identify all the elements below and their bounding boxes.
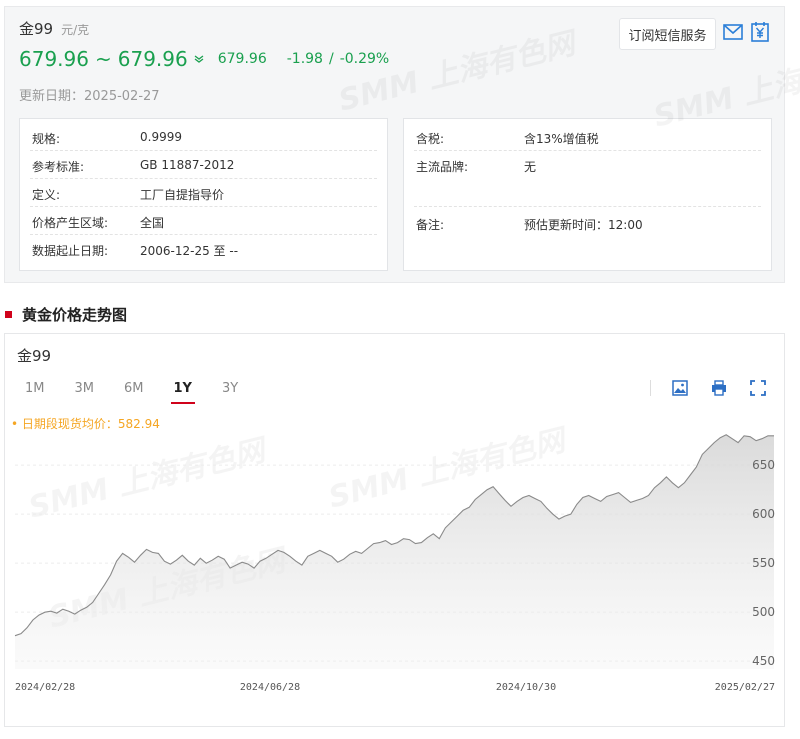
spec-label: 数据起止日期:: [32, 244, 109, 258]
spec-row: 参考标准: GB 11887-2012: [30, 151, 377, 179]
spec-value: 全国: [140, 216, 165, 230]
spec-value: GB 11887-2012: [140, 158, 235, 172]
mail-icon[interactable]: [721, 20, 745, 44]
double-chevron-down-icon: [194, 54, 204, 64]
x-tick-label: 2024/10/30: [496, 682, 556, 693]
price-high: 679.96: [117, 47, 188, 71]
price-average: 679.96: [217, 51, 267, 67]
spec-label: 参考标准:: [32, 160, 85, 174]
x-tick-label: 2024/02/28: [15, 682, 75, 693]
y-tick-label: 600: [752, 507, 775, 521]
spec-value: 2006-12-25 至 --: [140, 244, 239, 258]
spec-table-left: 规格: 0.9999 参考标准: GB 11887-2012 定义: 工厂自提指…: [19, 118, 388, 271]
spec-value: 预估更新时间：12:00: [524, 218, 643, 232]
spec-label: 价格产生区域:: [32, 216, 109, 230]
price-row: 679.96 ~ 679.96 679.96 -1.98 / -0.29%: [19, 47, 389, 71]
spec-label: 主流品牌:: [416, 160, 469, 174]
price-trend-chart: 450 500 550 600 650 2024/02/28 2024/06/28 2024…: [14, 434, 775, 693]
spec-row: 价格产生区域: 全国: [30, 207, 377, 235]
spec-row: 定义: 工厂自提指导价: [30, 179, 377, 207]
spec-value: 0.9999: [140, 130, 182, 144]
section-title: 黄金价格走势图: [0, 304, 127, 325]
spec-row: 备注: 预估更新时间：12:00: [414, 209, 761, 237]
product-unit: 元/克: [61, 23, 90, 37]
spec-row: 含税: 含13%增值税: [414, 123, 761, 151]
price-change-percent: -0.29%: [339, 51, 390, 67]
spec-row: 主流品牌: 无: [414, 151, 761, 207]
chart-panel: 金99 1M 3M 6M 1Y 3Y • 日期段现货均价：582.94 SMM …: [4, 333, 785, 727]
y-tick-label: 450: [752, 654, 775, 668]
price-change: -1.98: [286, 51, 323, 67]
update-date: 更新日期：2025-02-27: [19, 89, 160, 104]
price-area: [15, 434, 774, 669]
spec-label: 含税:: [416, 132, 445, 146]
spec-row: 规格: 0.9999: [30, 123, 377, 151]
spec-label: 定义:: [32, 188, 61, 202]
product-name: 金99: [19, 20, 54, 38]
spec-value: 工厂自提指导价: [140, 188, 225, 202]
section-marker: [5, 311, 12, 318]
spec-row: 数据起止日期: 2006-12-25 至 --: [30, 235, 377, 263]
spec-label: 备注:: [416, 218, 445, 232]
price-low: 679.96: [19, 47, 89, 71]
price-separator: ~: [94, 47, 112, 71]
spec-table-right: 含税: 含13%增值税 主流品牌: 无 备注: 预估更新时间：12:00: [403, 118, 772, 271]
spec-label: 规格:: [32, 132, 61, 146]
spec-value: 无: [524, 160, 537, 174]
section-title-text: 黄金价格走势图: [22, 306, 128, 324]
subscribe-sms-button[interactable]: 订阅短信服务: [619, 18, 716, 50]
yuan-icon[interactable]: [748, 20, 772, 44]
product-title: 金99 元/克: [19, 18, 89, 39]
change-divider: /: [328, 51, 334, 67]
spec-value: 含13%增值税: [524, 132, 599, 146]
x-tick-label: 2024/06/28: [240, 682, 300, 693]
price-panel: 金99 元/克 订阅短信服务 679.96 ~ 679.96 679.96 -1…: [4, 6, 800, 283]
y-tick-label: 650: [752, 458, 775, 472]
x-tick-label: 2025/02/27: [715, 682, 775, 693]
y-tick-label: 500: [752, 605, 775, 619]
y-tick-label: 550: [752, 556, 775, 570]
